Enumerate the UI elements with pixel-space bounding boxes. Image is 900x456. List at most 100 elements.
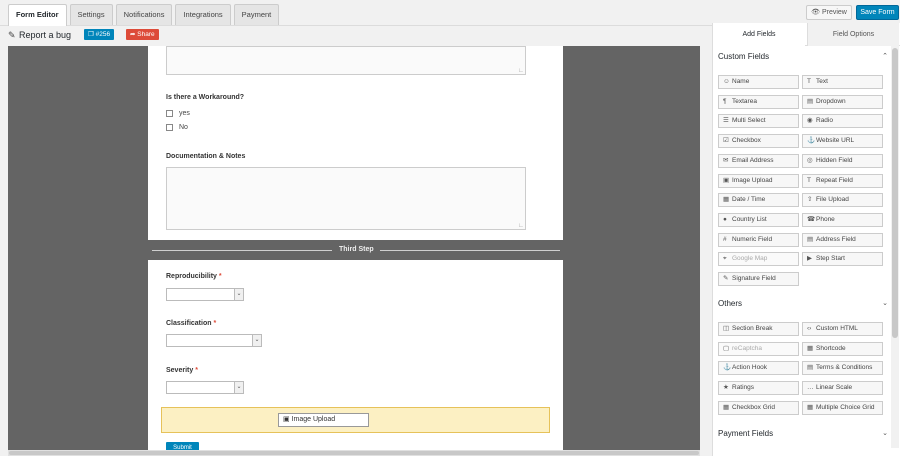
tab-add-fields[interactable]: Add Fields <box>713 23 805 46</box>
tab-settings[interactable]: Settings <box>69 4 113 25</box>
eye-slash-icon: ◎ <box>807 156 813 164</box>
field-button-text[interactable]: T Text <box>802 75 883 89</box>
required-mark: * <box>195 367 198 374</box>
field-button-step-start[interactable]: ▶ Step Start <box>802 252 883 267</box>
radio-icon: ◉ <box>807 117 813 125</box>
notes-label: Documentation & Notes <box>166 153 246 160</box>
share-button[interactable]: ➦ Share <box>126 29 159 40</box>
field-button-label: Country List <box>732 215 767 223</box>
field-button-label: Address Field <box>816 235 856 243</box>
field-button-label: Textarea <box>732 97 757 105</box>
field-button-repeat-field[interactable]: T Repeat Field <box>802 173 883 188</box>
field-button-multiple-choice-grid[interactable]: ▦ Multiple Choice Grid <box>802 400 883 415</box>
eye-icon: 👁 <box>811 9 821 16</box>
scrollbar-thumb[interactable] <box>892 48 898 338</box>
severity-select[interactable]: ⌄ <box>166 381 244 394</box>
save-form-button[interactable]: Save Form <box>856 5 899 20</box>
field-button-date-time[interactable]: ▦ Date / Time <box>718 193 799 208</box>
notes-textarea[interactable]: ∟ <box>166 167 526 230</box>
checkbox-icon: ☑ <box>723 137 729 145</box>
vertical-scrollbar[interactable] <box>891 46 899 448</box>
field-button-website-url[interactable]: ⚓Website URL <box>802 134 883 149</box>
field-button-address-field[interactable]: ▤ Address Field <box>802 232 883 247</box>
horizontal-scrollbar[interactable] <box>8 450 700 456</box>
others-header[interactable]: Others ⌄ <box>718 299 888 313</box>
form-id-badge[interactable]: ❐ #256 <box>84 29 115 40</box>
pencil-icon[interactable]: ✎ <box>8 30 16 41</box>
payment-fields-header[interactable]: Payment Fields ⌄ <box>718 429 888 443</box>
step-icon: ▶ <box>807 255 812 263</box>
paragraph-icon: ¶ <box>723 97 727 105</box>
field-button-name[interactable]: ☺ Name <box>718 75 799 89</box>
field-button-numeric-field[interactable]: # Numeric Field <box>718 232 799 247</box>
field-button-signature-field[interactable]: ✎ Signature Field <box>718 272 799 286</box>
field-button-section-break[interactable]: ◫ Section Break <box>718 322 799 336</box>
field-button-action-hook[interactable]: ⚓Action Hook <box>718 361 799 376</box>
field-button-email-address[interactable]: ✉ Email Address <box>718 153 799 168</box>
field-button-label: Dropdown <box>816 97 846 105</box>
field-button-checkbox-grid[interactable]: ▦ Checkbox Grid <box>718 400 799 415</box>
phone-icon: ☎ <box>807 215 816 223</box>
field-button-terms-conditions[interactable]: ▤ Terms & Conditions <box>802 361 883 376</box>
field-button-linear-scale[interactable]: … Linear Scale <box>802 381 883 396</box>
field-button-custom-html[interactable]: ‹› Custom HTML <box>802 322 883 336</box>
list-icon: ☰ <box>723 117 729 125</box>
divider-line <box>380 250 560 251</box>
tab-form-editor[interactable]: Form Editor <box>8 4 67 26</box>
resize-handle-icon[interactable]: ∟ <box>518 68 524 74</box>
dropdown-icon: ▤ <box>807 97 814 105</box>
field-button-recaptcha[interactable]: ▢ reCaptcha <box>718 341 799 356</box>
scrollbar-thumb[interactable] <box>9 451 699 455</box>
resize-handle-icon[interactable]: ∟ <box>518 223 524 229</box>
field-button-label: Date / Time <box>732 196 766 204</box>
field-button-radio[interactable]: ◉ Radio <box>802 114 883 129</box>
field-button-google-map[interactable]: ⌖ Google Map <box>718 252 799 267</box>
field-button-multi-select[interactable]: ☰ Multi Select <box>718 114 799 129</box>
field-button-file-upload[interactable]: ⇧ File Upload <box>802 193 883 208</box>
field-drop-zone[interactable]: ▣ Image Upload <box>161 407 550 433</box>
step-divider[interactable]: Third Step <box>148 240 563 260</box>
dragged-field-chip[interactable]: ▣ Image Upload <box>278 413 369 427</box>
classification-label-text: Classification <box>166 320 212 327</box>
required-mark: * <box>218 273 222 280</box>
field-button-label: Repeat Field <box>816 176 853 184</box>
choice-grid-icon: ▦ <box>807 403 814 411</box>
form-title[interactable]: Report a bug <box>19 30 71 40</box>
map-marker-icon: ⌖ <box>723 255 727 263</box>
tab-integrations[interactable]: Integrations <box>175 4 231 25</box>
tab-notifications[interactable]: Notifications <box>115 4 173 25</box>
field-button-checkbox[interactable]: ☑ Checkbox <box>718 134 799 149</box>
field-button-label: Hidden Field <box>816 156 853 164</box>
workaround-option-yes[interactable]: yes <box>166 110 190 117</box>
field-button-ratings[interactable]: ★ Ratings <box>718 381 799 396</box>
calendar-icon: ▦ <box>723 196 730 204</box>
field-button-hidden-field[interactable]: ◎ Hidden Field <box>802 153 883 168</box>
workaround-label: Is there a Workaround? <box>166 94 245 101</box>
tab-field-options[interactable]: Field Options <box>807 23 899 46</box>
reproducibility-select[interactable]: ⌄ <box>166 288 244 301</box>
field-button-shortcode[interactable]: ▦ Shortcode <box>802 341 883 356</box>
checkbox[interactable] <box>166 110 173 117</box>
field-button-image-upload[interactable]: ▣ Image Upload <box>718 173 799 188</box>
field-button-label: Linear Scale <box>816 384 853 392</box>
field-button-dropdown[interactable]: ▤ Dropdown <box>802 94 883 109</box>
custom-fields-header[interactable]: Custom Fields ⌃ <box>718 52 888 66</box>
field-button-label: Numeric Field <box>732 235 773 243</box>
globe-icon: ● <box>723 215 727 223</box>
field-button-country-list[interactable]: ● Country List <box>718 212 799 227</box>
field-button-phone[interactable]: ☎Phone <box>802 212 883 227</box>
field-button-textarea[interactable]: ¶ Textarea <box>718 94 799 109</box>
classification-select[interactable]: ⌄ <box>166 334 262 347</box>
workaround-option-no[interactable]: No <box>166 124 188 131</box>
preview-button[interactable]: 👁 Preview <box>806 5 852 20</box>
tab-payment[interactable]: Payment <box>233 4 280 25</box>
checkbox[interactable] <box>166 124 173 131</box>
previous-textarea[interactable]: ∟ <box>166 46 526 75</box>
field-button-label: File Upload <box>816 196 849 204</box>
field-button-label: Phone <box>816 215 835 223</box>
submit-button[interactable]: Submit <box>166 442 199 450</box>
captcha-icon: ▢ <box>723 344 730 352</box>
repeat-icon: T <box>807 176 811 184</box>
field-button-label: Checkbox <box>732 137 761 145</box>
others-title: Others <box>718 299 743 308</box>
